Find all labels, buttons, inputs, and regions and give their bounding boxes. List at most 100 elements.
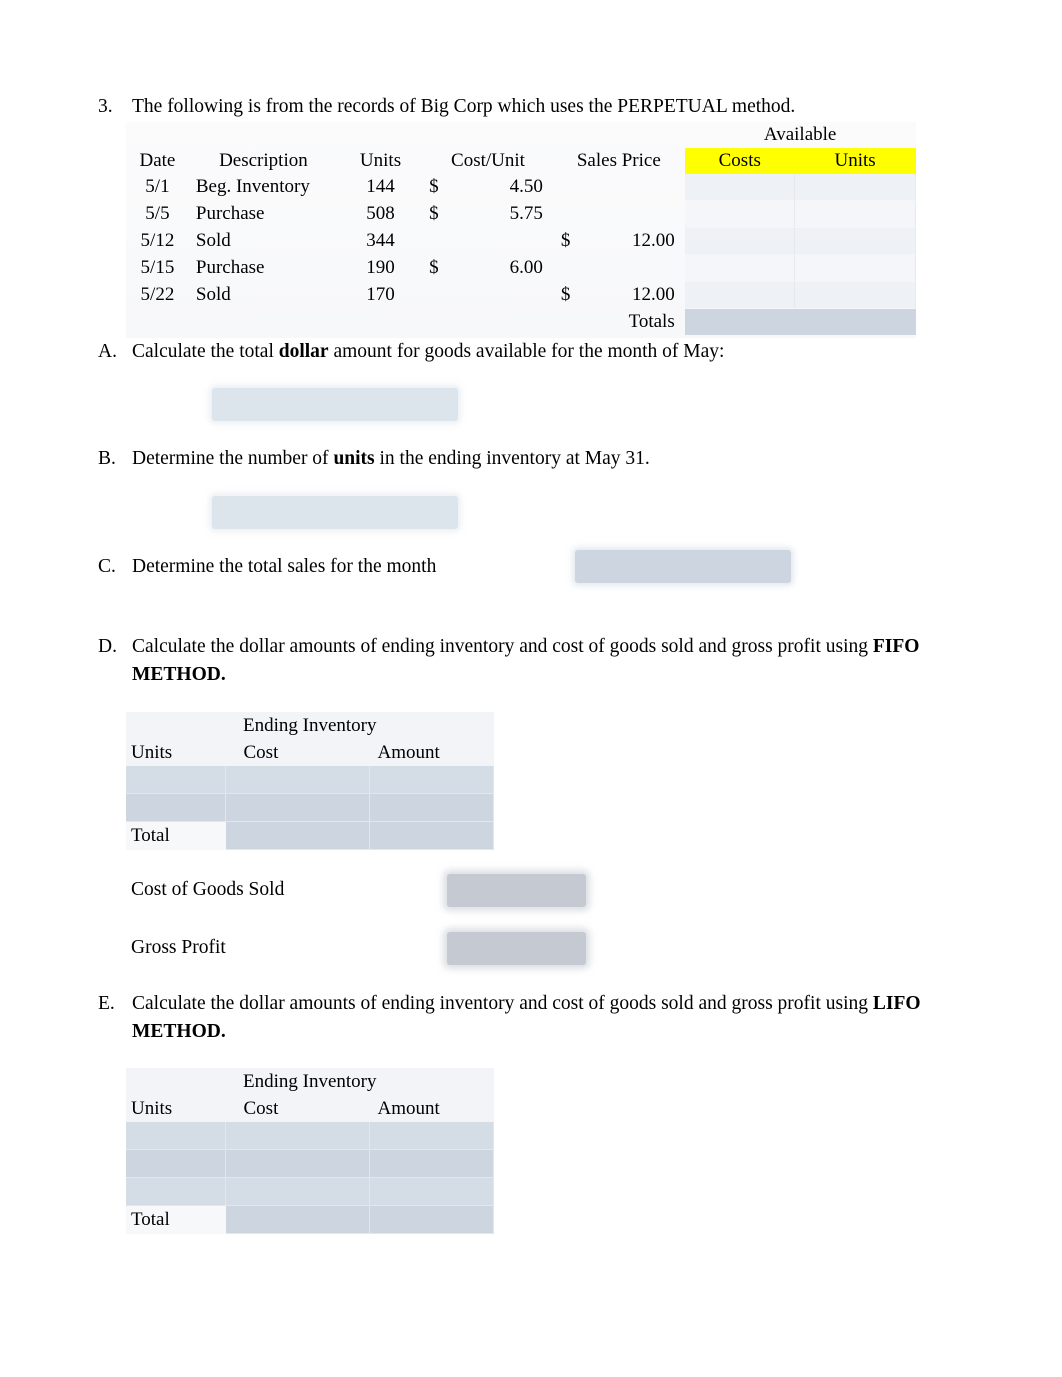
lifo-cost-input[interactable]: [225, 1177, 370, 1206]
lifo-cost-input[interactable]: [225, 1122, 370, 1150]
table-totals-row: Totals: [126, 308, 916, 335]
document-page: 3. The following is from the records of …: [0, 0, 1062, 1377]
cell-available-costs-input[interactable]: [684, 281, 796, 309]
fifo-cost-input[interactable]: [225, 793, 370, 822]
cell-sales-symbol: [553, 174, 590, 201]
fifo-header-amount: Amount: [369, 739, 494, 766]
part-a-text-1: Calculate the total: [132, 341, 279, 362]
part-a-text: Calculate the total dollar amount for go…: [132, 338, 724, 366]
header-available-costs: Costs: [684, 148, 795, 174]
lifo-units-input[interactable]: [126, 1177, 226, 1206]
cell-cost: 6.00: [509, 257, 543, 278]
fifo-units-input[interactable]: [126, 793, 226, 822]
cell-cost-symbol: [423, 228, 457, 255]
fifo-units-input[interactable]: [126, 766, 226, 794]
fifo-gross-profit-answer-box[interactable]: [447, 932, 586, 965]
lifo-amount-input[interactable]: [369, 1149, 494, 1178]
part-b-text-1: Determine the number of: [132, 448, 334, 469]
lifo-column-header-row: Units Cost Amount: [126, 1095, 494, 1122]
table-row: 5/12 Sold 344 $ 12.00: [126, 227, 916, 255]
lifo-units-input[interactable]: [126, 1122, 226, 1150]
header-date: Date: [139, 150, 176, 171]
question-prompt: The following is from the records of Big…: [132, 96, 796, 117]
part-c-answer-box[interactable]: [575, 550, 791, 583]
cell-units: 344: [366, 230, 395, 251]
cell-description: Sold: [195, 230, 231, 251]
part-a-answer-box[interactable]: [212, 388, 458, 421]
cell-sales-symbol: [553, 201, 590, 228]
cell-sales-price: 12.00: [631, 284, 675, 305]
inventory-table: Available Date Description Units Cost/Un…: [126, 122, 916, 335]
totals-costs-input[interactable]: [684, 308, 795, 335]
cell-date: 5/22: [140, 284, 175, 305]
part-b-text-2: in the ending inventory at May 31.: [374, 448, 650, 469]
fifo-blank-row: [126, 793, 494, 822]
part-b-answer-box[interactable]: [212, 496, 458, 529]
cell-available-units-input[interactable]: [794, 200, 916, 228]
fifo-amount-input[interactable]: [369, 766, 494, 794]
fifo-gross-profit-label: Gross Profit: [131, 937, 226, 958]
cell-sales-symbol: $: [560, 284, 571, 305]
cell-available-costs-input[interactable]: [684, 254, 796, 282]
totals-units-input[interactable]: [794, 308, 916, 335]
cell-available-costs-input[interactable]: [684, 174, 796, 201]
fifo-total-amount-input[interactable]: [369, 821, 494, 850]
lifo-units-input[interactable]: [126, 1149, 226, 1178]
cell-date: 5/5: [145, 203, 170, 224]
lifo-blank-row: [126, 1149, 494, 1178]
cell-description: Beg. Inventory: [195, 176, 310, 198]
lifo-total-cost-input[interactable]: [225, 1205, 370, 1234]
fifo-amount-input[interactable]: [369, 793, 494, 822]
header-cost-per-unit: Cost/Unit: [451, 150, 525, 171]
fifo-cogs-answer-box[interactable]: [447, 874, 586, 907]
cell-description: Purchase: [195, 257, 265, 278]
fifo-blank-row: [126, 766, 494, 794]
cell-available-costs-input[interactable]: [684, 200, 796, 228]
cell-sales-price: [589, 174, 684, 201]
table-row: 5/1 Beg. Inventory 144 $ 4.50: [126, 174, 916, 201]
part-b-marker: B.: [98, 448, 116, 469]
lifo-ending-inventory-table: Ending Inventory Units Cost Amount Total: [126, 1068, 494, 1234]
cell-units: 190: [366, 257, 395, 278]
header-units: Units: [359, 150, 402, 171]
part-c-marker: C.: [98, 556, 116, 577]
fifo-cost-input[interactable]: [225, 766, 370, 794]
part-c: C. Determine the total sales for the mon…: [98, 553, 968, 581]
part-d-text: Calculate the dollar amounts of ending i…: [132, 633, 956, 689]
cell-sales-price: [589, 201, 684, 228]
cell-available-units-input[interactable]: [794, 174, 916, 201]
lifo-total-label: Total: [126, 1205, 226, 1234]
fifo-column-header-row: Units Cost Amount: [126, 739, 494, 766]
cell-cost: 5.75: [509, 203, 543, 224]
fifo-span-header-row: Ending Inventory: [126, 712, 494, 739]
part-e-marker: E.: [98, 993, 115, 1014]
fifo-total-cost-input[interactable]: [225, 821, 370, 850]
fifo-header-units: Units: [126, 739, 226, 766]
part-e-text: Calculate the dollar amounts of ending i…: [132, 990, 956, 1046]
cell-date: 5/1: [145, 176, 170, 198]
lifo-cost-input[interactable]: [225, 1149, 370, 1178]
fifo-total-label: Total: [126, 821, 226, 850]
lifo-total-row: Total: [126, 1205, 494, 1234]
table-header-row: Date Description Units Cost/Unit Sales P…: [126, 148, 916, 174]
totals-label: Totals: [628, 310, 675, 332]
cell-cost-symbol: $: [429, 257, 439, 278]
part-d-marker: D.: [98, 636, 117, 657]
part-e: E. Calculate the dollar amounts of endin…: [98, 990, 958, 1046]
lifo-amount-input[interactable]: [369, 1122, 494, 1150]
cell-cost-symbol: $: [429, 203, 439, 224]
cell-sales-symbol: $: [560, 230, 571, 251]
part-c-text: Determine the total sales for the month: [132, 556, 437, 577]
cell-available-units-input[interactable]: [794, 281, 916, 309]
lifo-total-amount-input[interactable]: [369, 1205, 494, 1234]
cell-date: 5/15: [140, 257, 175, 278]
cell-description: Sold: [195, 284, 231, 305]
cell-description: Purchase: [195, 203, 265, 224]
lifo-blank-row: [126, 1177, 494, 1206]
cell-available-costs-input[interactable]: [684, 227, 796, 255]
lifo-amount-input[interactable]: [369, 1177, 494, 1206]
part-d: D. Calculate the dollar amounts of endin…: [98, 633, 958, 689]
lifo-blank-row: [126, 1122, 494, 1150]
cell-available-units-input[interactable]: [794, 254, 916, 282]
cell-available-units-input[interactable]: [794, 227, 916, 255]
